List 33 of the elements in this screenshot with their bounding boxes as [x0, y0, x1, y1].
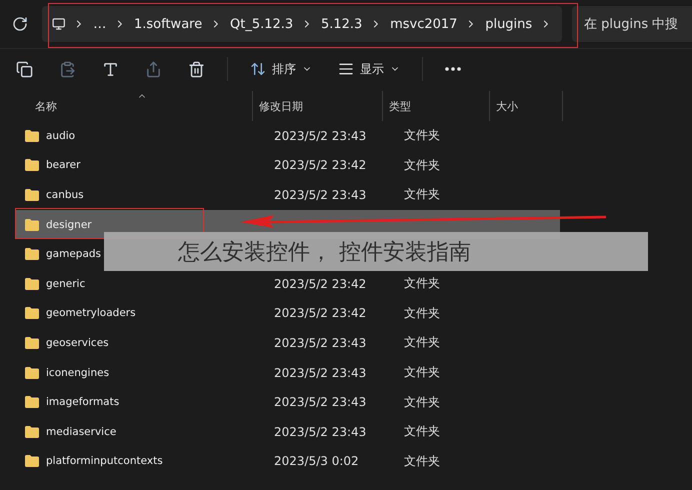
- file-name: geoservices: [46, 336, 109, 349]
- file-type: 文件夹: [404, 306, 440, 320]
- file-name: audio: [46, 130, 76, 142]
- modified-date: 2023/5/2 23:42: [274, 306, 366, 320]
- modified-date: 2023/5/2 23:43: [274, 395, 366, 410]
- file-type: 文件夹: [404, 394, 440, 409]
- modified-date: 2023/5/2 23:43: [274, 188, 366, 202]
- file-name: platforminputcontexts: [46, 455, 163, 468]
- modified-date: 2023/5/2 23:43: [274, 424, 366, 439]
- file-name: bearer: [46, 159, 80, 172]
- file-name: generic: [46, 278, 86, 290]
- file-type: 文件夹: [404, 424, 440, 438]
- file-name: geometryloaders: [46, 307, 136, 320]
- modified-date: 2023/5/3 0:02: [274, 454, 359, 468]
- file-type: 文件夹: [404, 158, 440, 172]
- modified-date: 2023/5/2 23:43: [274, 336, 366, 350]
- file-type: 文件夹: [404, 128, 440, 142]
- file-type: 文件夹: [404, 187, 440, 202]
- file-name: imageformats: [46, 396, 120, 408]
- file-type: 文件夹: [404, 276, 440, 290]
- modified-date: 2023/5/2 23:42: [274, 158, 366, 172]
- file-name: designer: [46, 218, 92, 231]
- modified-date: 2023/5/2 23:43: [274, 366, 366, 380]
- file-type: 文件夹: [404, 454, 440, 468]
- file-name: gamepads: [46, 248, 102, 260]
- file-name: canbus: [46, 188, 84, 201]
- modified-date: 2023/5/2 23:42: [274, 276, 366, 291]
- file-name: mediaservice: [46, 426, 116, 438]
- file-name: iconengines: [46, 366, 110, 379]
- modified-date: 2023/5/2 23:43: [274, 128, 366, 143]
- file-type: 文件夹: [404, 365, 440, 380]
- file-type: 文件夹: [404, 335, 440, 350]
- caption-overlay: 怎么安装控件， 控件安装指南: [104, 232, 648, 271]
